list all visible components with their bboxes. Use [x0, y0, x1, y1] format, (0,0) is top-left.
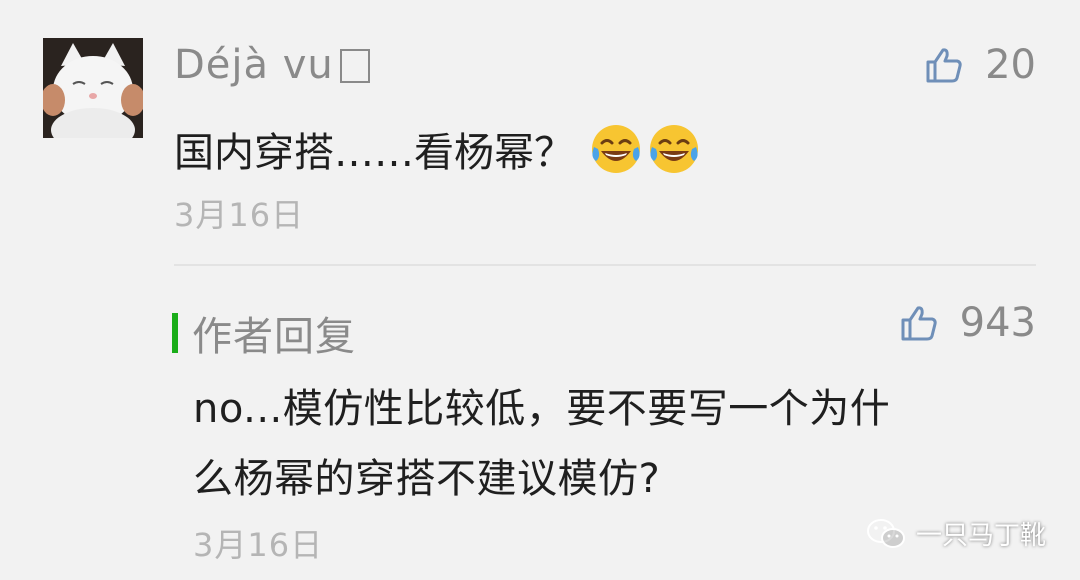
reply-text-line: 么杨幂的穿搭不建议模仿? — [193, 456, 661, 502]
author-reply-label: 作者回复 — [192, 314, 356, 360]
wechat-icon — [866, 518, 905, 548]
avatar[interactable] — [43, 38, 143, 138]
comment-like-count: 20 — [985, 42, 1036, 88]
tears-of-joy-icon — [650, 125, 698, 173]
reply-body: no...模仿性比较低，要不要写一个为什 么杨幂的穿搭不建议模仿? — [193, 374, 1053, 514]
reply-text-line: no...模仿性比较低，要不要写一个为什 — [193, 386, 891, 432]
missing-glyph-icon — [339, 49, 370, 83]
thumbs-up-icon — [926, 48, 962, 83]
tears-of-joy-icon — [592, 125, 640, 173]
author-reply-header: 作者回复 — [172, 304, 356, 362]
username-text: Déjà vu — [174, 42, 334, 88]
comment-username[interactable]: Déjà vu — [174, 42, 370, 88]
watermark: 一只马丁靴 — [866, 515, 1046, 552]
cat-avatar-image — [43, 38, 143, 138]
comment-body: 国内穿搭……看杨幂？ — [174, 120, 702, 178]
reply-like-button[interactable]: 943 — [900, 300, 1036, 346]
watermark-text: 一只马丁靴 — [915, 521, 1046, 551]
comment-text: 国内穿搭……看杨幂？ — [174, 130, 574, 176]
author-reply-marker — [172, 313, 178, 353]
comment-date: 3月16日 — [174, 196, 305, 234]
reply-like-count: 943 — [959, 300, 1036, 346]
emoji-group — [588, 121, 702, 177]
divider — [174, 264, 1036, 266]
comment-like-button[interactable]: 20 — [925, 42, 1036, 88]
thumbs-up-icon — [901, 306, 937, 341]
reply-date: 3月16日 — [193, 526, 324, 564]
